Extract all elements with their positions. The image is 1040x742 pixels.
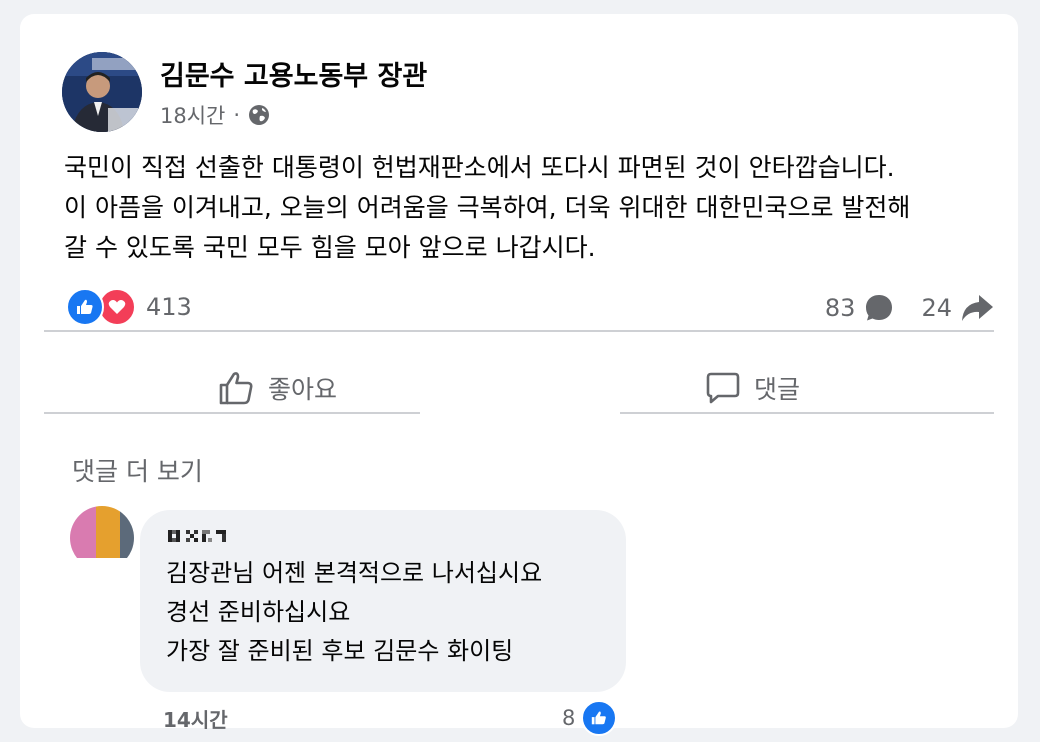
comment-line: 김장관님 어젠 본격적으로 나서십시요 bbox=[166, 559, 543, 587]
comment-text: 김장관님 어젠 본격적으로 나서십시요 경선 준비하십시요 가장 잘 준비된 후… bbox=[166, 554, 542, 671]
like-button-label: 좋아요 bbox=[268, 375, 338, 404]
post-text-line: 국민이 직접 선출한 대통령이 헌법재판소에서 또다시 파면된 것이 안타깝습니… bbox=[64, 153, 895, 182]
avatar-photo bbox=[62, 52, 142, 132]
thumbs-up-icon bbox=[219, 372, 253, 405]
post-meta: 18시간 · bbox=[160, 100, 270, 130]
comment-icon bbox=[706, 372, 740, 404]
avatar-image bbox=[70, 506, 134, 558]
author-avatar[interactable] bbox=[62, 52, 142, 132]
shares-count: 24 bbox=[921, 294, 952, 322]
comment-likes[interactable]: 8 bbox=[562, 700, 618, 736]
shares-count-link[interactable]: 24 bbox=[921, 293, 994, 323]
view-more-comments-link[interactable]: 댓글 더 보기 bbox=[72, 452, 203, 488]
comment-line: 경선 준비하십시요 bbox=[166, 598, 351, 626]
comment-button[interactable]: 댓글 bbox=[704, 358, 800, 418]
pixelated-name-image bbox=[168, 530, 226, 542]
actions-divider-left bbox=[44, 412, 420, 414]
comment-time[interactable]: 14시간 bbox=[163, 704, 228, 733]
post-text: 국민이 직접 선출한 대통령이 헌법재판소에서 또다시 파면된 것이 안타깝습니… bbox=[64, 148, 1024, 268]
meta-separator: · bbox=[233, 103, 241, 127]
reactions-summary[interactable]: 413 bbox=[66, 288, 192, 326]
like-icon bbox=[581, 700, 618, 736]
share-arrow-icon bbox=[962, 295, 993, 321]
reaction-count: 413 bbox=[146, 293, 192, 321]
post-card: 김문수 고용노동부 장관 18시간 · 국민이 직접 선출한 대통령이 헌법재판… bbox=[20, 14, 1018, 736]
comment-bubble-icon bbox=[866, 295, 893, 321]
actions-divider-right bbox=[620, 412, 994, 414]
post-text-line: 이 아픔을 이겨내고, 오늘의 어려움을 극복하여, 더욱 위대한 대한민국으로… bbox=[64, 193, 911, 222]
stats-divider bbox=[44, 330, 994, 332]
engagement-stats: 83 24 bbox=[825, 292, 994, 324]
comment-button-label: 댓글 bbox=[754, 375, 801, 404]
globe-icon[interactable] bbox=[248, 104, 270, 126]
comment-bubble: 김장관님 어젠 본격적으로 나서십시요 경선 준비하십시요 가장 잘 준비된 후… bbox=[140, 510, 626, 692]
comments-count: 83 bbox=[824, 294, 856, 322]
commenter-name-redacted[interactable] bbox=[168, 528, 230, 544]
post-time[interactable]: 18시간 bbox=[160, 100, 225, 130]
post-text-line: 갈 수 있도록 국민 모두 힘을 모아 앞으로 나갑시다. bbox=[64, 233, 596, 262]
comment-line: 가장 잘 준비된 후보 김문수 화이팅 bbox=[166, 637, 514, 665]
commenter-avatar[interactable] bbox=[70, 506, 134, 558]
comments-count-link[interactable]: 83 bbox=[825, 292, 896, 324]
author-name[interactable]: 김문수 고용노동부 장관 bbox=[160, 54, 427, 93]
like-icon bbox=[66, 288, 104, 326]
like-button[interactable]: 좋아요 bbox=[218, 358, 337, 418]
comment-like-count: 8 bbox=[562, 706, 576, 730]
